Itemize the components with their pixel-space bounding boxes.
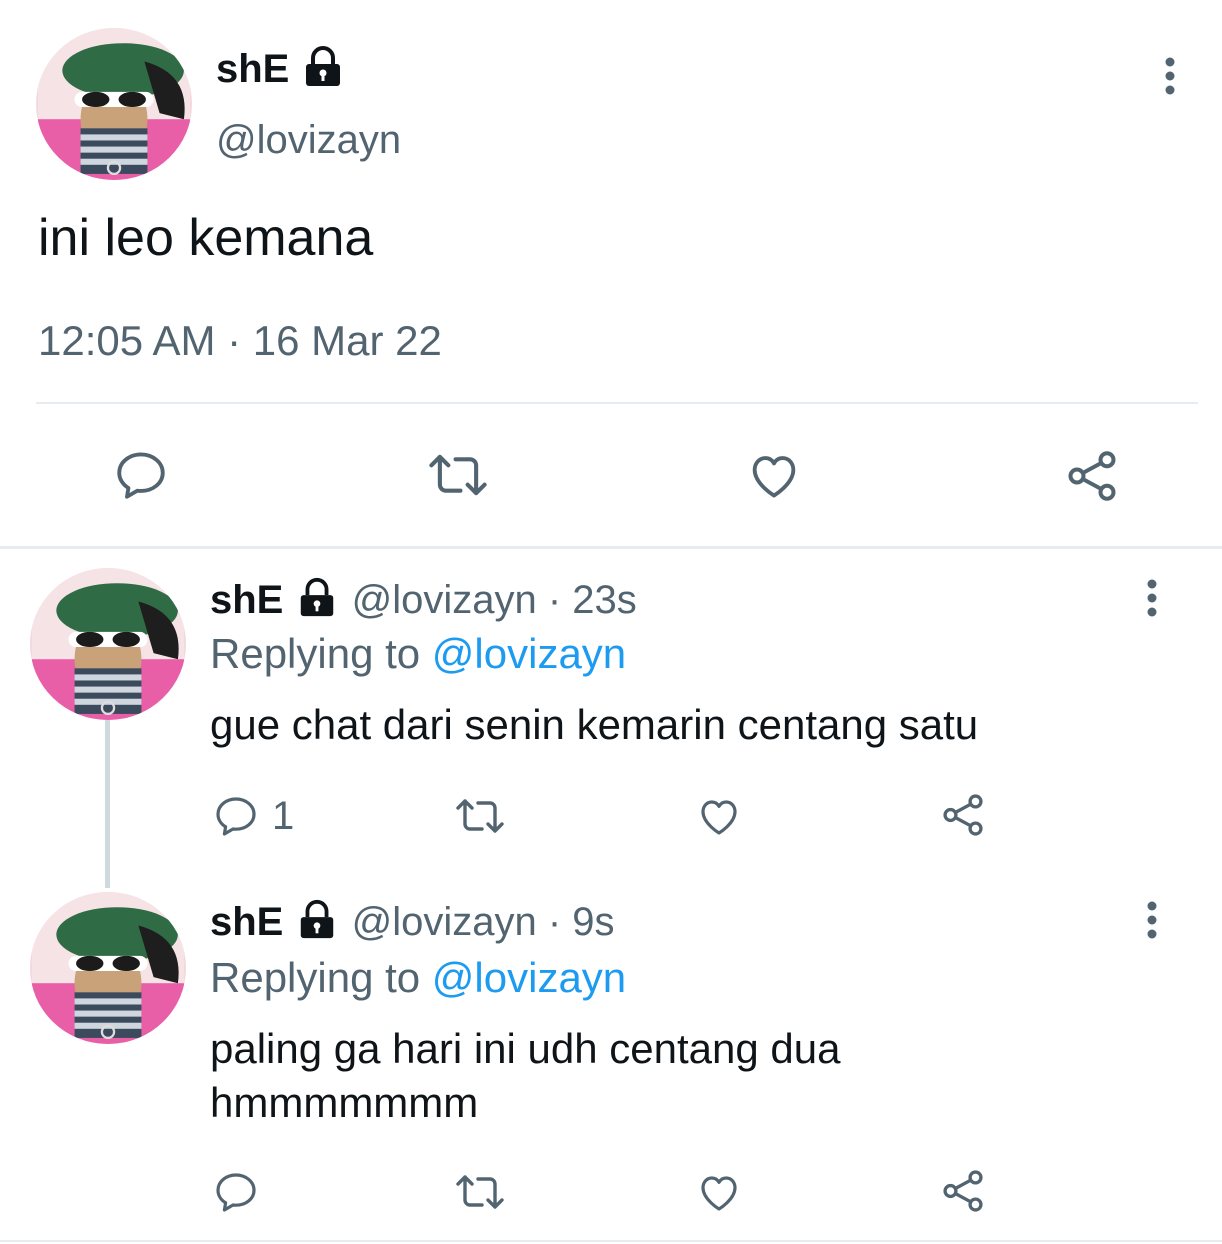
lock-icon bbox=[294, 898, 340, 951]
reply-header: shE @lovizayn · 23s bbox=[210, 576, 637, 629]
share-icon[interactable] bbox=[938, 790, 988, 840]
display-name[interactable]: shE bbox=[216, 47, 289, 91]
divider bbox=[36, 402, 1198, 404]
tweet-timestamp[interactable]: 12:05 AM · 16 Mar 22 bbox=[38, 316, 442, 366]
user-handle[interactable]: @lovizayn bbox=[352, 900, 537, 944]
reply-icon[interactable] bbox=[112, 446, 170, 504]
share-icon[interactable] bbox=[1062, 446, 1122, 506]
reply-text-line2: hmmmmmmm bbox=[210, 1079, 479, 1126]
reply-age: · 9s bbox=[547, 900, 615, 945]
replying-to: Replying to @lovizayn bbox=[210, 954, 626, 1002]
bottom-divider bbox=[0, 1240, 1222, 1242]
replying-to-label: Replying to bbox=[210, 630, 421, 677]
display-name[interactable]: shE bbox=[210, 900, 283, 944]
replying-to-link[interactable]: @lovizayn bbox=[432, 954, 626, 1001]
more-options-icon[interactable] bbox=[1140, 578, 1164, 623]
retweet-icon[interactable] bbox=[452, 792, 508, 840]
replying-to: Replying to @lovizayn bbox=[210, 630, 626, 678]
reply-count: 1 bbox=[272, 794, 295, 838]
avatar[interactable] bbox=[36, 28, 192, 180]
replying-to-label: Replying to bbox=[210, 954, 421, 1001]
tweet-text: ini leo kemana bbox=[38, 209, 374, 267]
retweet-icon[interactable] bbox=[424, 446, 492, 504]
like-icon[interactable] bbox=[744, 446, 804, 504]
like-icon[interactable] bbox=[694, 792, 744, 840]
reply-icon[interactable] bbox=[212, 1168, 260, 1216]
user-handle[interactable]: @lovizayn bbox=[216, 116, 401, 164]
more-options-icon[interactable] bbox=[1158, 56, 1182, 101]
cat-avatar-image bbox=[38, 28, 190, 180]
retweet-icon[interactable] bbox=[452, 1168, 508, 1216]
avatar[interactable] bbox=[30, 892, 186, 1044]
lock-icon bbox=[300, 44, 346, 99]
display-name[interactable]: shE bbox=[210, 578, 283, 622]
reply-text-line1: paling ga hari ini udh centang dua bbox=[210, 1025, 841, 1072]
cat-avatar-image bbox=[32, 892, 184, 1044]
share-icon[interactable] bbox=[938, 1166, 988, 1216]
lock-icon bbox=[294, 576, 340, 629]
section-divider bbox=[0, 546, 1222, 549]
more-options-icon[interactable] bbox=[1140, 900, 1164, 945]
replying-to-link[interactable]: @lovizayn bbox=[432, 630, 626, 677]
like-icon[interactable] bbox=[694, 1168, 744, 1216]
reply-text: gue chat dari senin kemarin centang satu bbox=[210, 701, 979, 748]
reply-icon[interactable] bbox=[212, 792, 260, 840]
cat-avatar-image bbox=[32, 568, 184, 720]
reply-age: · 23s bbox=[547, 578, 637, 623]
avatar[interactable] bbox=[30, 568, 186, 720]
user-handle[interactable]: @lovizayn bbox=[352, 578, 537, 622]
thread-line bbox=[105, 716, 110, 888]
reply-header: shE @lovizayn · 9s bbox=[210, 898, 615, 951]
